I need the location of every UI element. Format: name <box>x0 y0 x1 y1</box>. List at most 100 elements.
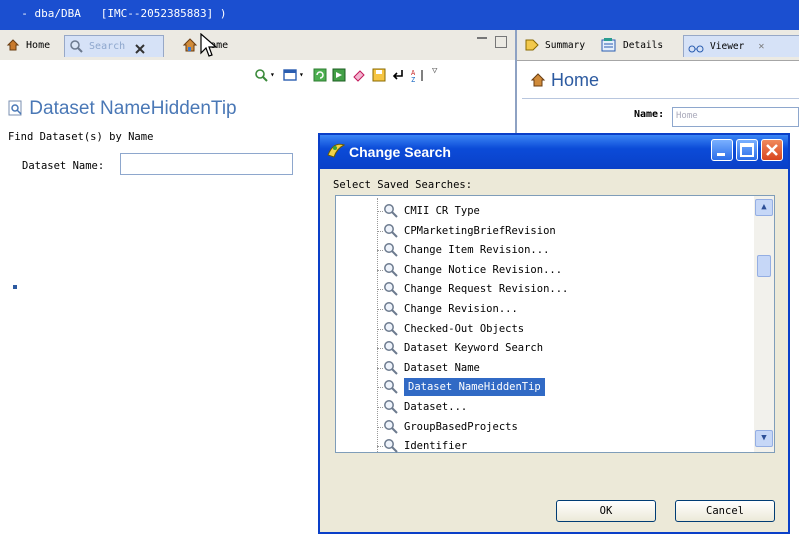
tree-connector <box>377 250 383 251</box>
tree-connector <box>377 270 383 271</box>
tree-connector <box>377 446 383 447</box>
window-icon[interactable] <box>283 68 297 82</box>
tree-connector <box>377 387 383 388</box>
close-icon <box>766 144 778 156</box>
save-icon[interactable] <box>372 68 386 82</box>
list-item[interactable]: Dataset NameHiddenTip <box>404 378 545 396</box>
tab-summary[interactable]: Summary <box>525 35 585 56</box>
search-icon <box>384 204 398 218</box>
tree-connector <box>377 427 383 428</box>
search-icon <box>384 439 398 453</box>
window-title: - dba/DBA [IMC--2052385883] ) <box>8 7 227 20</box>
tab-search[interactable]: Search <box>64 35 164 57</box>
tree-connector <box>377 309 383 310</box>
tree-connector <box>377 211 383 212</box>
home-name-label: Name: <box>634 109 665 120</box>
dialog-title: Change Search <box>349 144 451 160</box>
close-button[interactable] <box>761 139 783 161</box>
sort-icon[interactable]: AZ <box>411 68 425 82</box>
search-icon <box>384 341 398 355</box>
details-icon <box>601 37 617 53</box>
tab-viewer-label: Viewer <box>710 41 745 52</box>
home-name-input[interactable]: Home <box>672 107 799 127</box>
search-icon <box>384 302 398 316</box>
tab-home-label: Home <box>26 40 51 51</box>
tree-connector <box>377 231 383 232</box>
maximize-icon <box>740 143 754 157</box>
dataset-name-input[interactable] <box>120 153 293 175</box>
list-item[interactable]: Checked-Out Objects <box>404 320 524 338</box>
list-item[interactable]: CMII CR Type <box>404 202 480 220</box>
page-title: Dataset NameHiddenTip <box>8 98 237 120</box>
cancel-button[interactable]: Cancel <box>675 500 775 522</box>
svg-text:Z: Z <box>411 76 415 82</box>
close-icon[interactable] <box>135 41 145 54</box>
tab-home[interactable]: Home <box>6 35 50 56</box>
search-dialog-icon <box>327 143 346 158</box>
list-item[interactable]: GroupBasedProjects <box>404 418 518 436</box>
scroll-up-button[interactable]: ▲ <box>755 199 773 216</box>
summary-icon <box>525 38 539 52</box>
maximize-view-icon[interactable] <box>495 36 507 48</box>
tab-details[interactable]: Details <box>601 35 663 56</box>
list-item[interactable]: Identifier <box>404 437 467 455</box>
search-page-icon <box>8 100 22 116</box>
dropdown-arrow-icon[interactable]: ▾ <box>299 70 304 79</box>
search-toolbar: ▾ ▾ AZ ▽ <box>0 60 515 90</box>
maximize-button[interactable] <box>736 139 758 161</box>
right-tab-strip: Summary Details Viewer ✕ <box>517 30 799 61</box>
eraser-icon[interactable] <box>352 68 366 82</box>
tab-search-label: Search <box>89 41 126 52</box>
bullet-marker <box>13 285 17 289</box>
list-item[interactable]: Change Notice Revision... <box>404 261 562 279</box>
list-item[interactable]: Change Request Revision... <box>404 280 568 298</box>
minimize-view-icon[interactable] <box>477 37 487 45</box>
tree-connector <box>377 348 383 349</box>
search-icon <box>384 361 398 375</box>
list-item[interactable]: Dataset Keyword Search <box>404 339 543 357</box>
search-icon <box>384 420 398 434</box>
tab-summary-label: Summary <box>545 40 586 51</box>
select-saved-searches-label: Select Saved Searches: <box>333 179 473 191</box>
list-item[interactable]: Change Item Revision... <box>404 241 549 259</box>
refresh-icon[interactable] <box>313 68 327 82</box>
search-icon <box>384 282 398 296</box>
list-scrollbar[interactable]: ▲ ▼ <box>754 196 774 452</box>
left-tab-strip: Home Search Home <box>0 30 515 61</box>
home-title-text: Home <box>551 70 600 90</box>
tree-connector <box>377 329 383 330</box>
scroll-thumb[interactable] <box>757 255 771 277</box>
search-icon <box>384 263 398 277</box>
tab-viewer[interactable]: Viewer ✕ <box>683 35 799 57</box>
glasses-icon <box>688 41 704 53</box>
list-item[interactable]: Change Revision... <box>404 300 518 318</box>
list-item[interactable]: Dataset Name <box>404 359 480 377</box>
close-icon[interactable]: ✕ <box>758 41 764 52</box>
enter-arrow-icon[interactable] <box>391 68 405 82</box>
search-icon <box>384 322 398 336</box>
dataset-name-label: Dataset Name: <box>22 160 105 172</box>
tree-guide-line <box>377 198 378 452</box>
search-icon <box>384 243 398 257</box>
find-label: Find Dataset(s) by Name <box>8 131 154 143</box>
scroll-down-button[interactable]: ▼ <box>755 430 773 447</box>
dataset-title-text: Dataset NameHiddenTip <box>29 98 237 119</box>
search-icon <box>384 380 398 394</box>
ok-button[interactable]: OK <box>556 500 656 522</box>
tree-connector <box>377 289 383 290</box>
home-icon <box>182 37 198 53</box>
minimize-button[interactable] <box>711 139 733 161</box>
execute-icon[interactable] <box>332 68 346 82</box>
list-item[interactable]: Dataset... <box>404 398 467 416</box>
view-menu-icon[interactable]: ▽ <box>432 66 437 76</box>
home-icon <box>6 38 20 52</box>
dropdown-arrow-icon[interactable]: ▾ <box>270 70 275 79</box>
home-title: Home <box>530 70 599 91</box>
minimize-icon <box>717 153 725 156</box>
list-item[interactable]: CPMarketingBriefRevision <box>404 222 556 240</box>
window-titlebar: - dba/DBA [IMC--2052385883] ) <box>0 0 799 30</box>
search-icon <box>69 39 83 53</box>
tab-details-label: Details <box>623 40 664 51</box>
mouse-cursor-icon <box>200 33 218 57</box>
search-options-icon[interactable] <box>254 68 268 82</box>
